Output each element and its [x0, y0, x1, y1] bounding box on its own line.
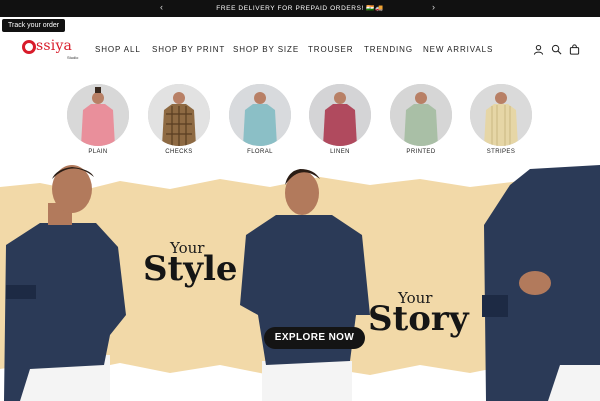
- category-plain[interactable]: PLAIN: [67, 84, 129, 155]
- category-plain-label: PLAIN: [88, 149, 108, 155]
- category-linen-image: [309, 84, 371, 146]
- category-stripes-image: [470, 84, 532, 146]
- hero-background: [0, 165, 600, 401]
- track-order-button[interactable]: Track your order: [2, 19, 66, 32]
- announcement-bar: ‹ FREE DELIVERY FOR PREPAID ORDERS! 🇮🇳🚚 …: [0, 0, 600, 17]
- nav-new-arrivals[interactable]: NEW ARRIVALS: [423, 45, 493, 54]
- category-checks-label: CHECKS: [165, 149, 193, 155]
- logo-subtitle: Studio: [67, 55, 79, 60]
- category-floral-label: FLORAL: [247, 149, 273, 155]
- category-linen[interactable]: LINEN: [309, 84, 371, 155]
- category-printed[interactable]: PRINTED: [390, 84, 452, 155]
- category-linen-label: LINEN: [330, 149, 350, 155]
- nav-trouser[interactable]: TROUSER: [308, 45, 353, 54]
- category-printed-image: [390, 84, 452, 146]
- bag-icon[interactable]: [569, 44, 580, 55]
- nav-shop-by-size[interactable]: SHOP BY SIZE: [233, 45, 299, 54]
- category-floral-image: [229, 84, 291, 146]
- explore-now-button[interactable]: EXPLORE NOW: [264, 327, 365, 349]
- brand-logo[interactable]: ssiya Studio: [22, 38, 82, 62]
- category-checks[interactable]: CHECKS: [148, 84, 210, 155]
- hero-story: Story: [368, 299, 469, 339]
- nav-shop-all[interactable]: SHOP ALL: [95, 45, 141, 54]
- category-stripes-label: STRIPES: [486, 149, 516, 155]
- hero-style: Style: [143, 249, 238, 289]
- user-icon[interactable]: [533, 44, 544, 55]
- nav-shop-by-print[interactable]: SHOP BY PRINT: [152, 45, 225, 54]
- category-plain-image: [67, 84, 129, 146]
- announcement-next-arrow[interactable]: ›: [432, 2, 435, 12]
- category-stripes[interactable]: STRIPES: [470, 84, 532, 155]
- search-icon[interactable]: [551, 44, 562, 55]
- category-floral[interactable]: FLORAL: [229, 84, 291, 155]
- nav-trending[interactable]: TRENDING: [364, 45, 413, 54]
- announcement-text: FREE DELIVERY FOR PREPAID ORDERS! 🇮🇳🚚: [216, 5, 384, 12]
- logo-wordmark: ssiya: [36, 38, 73, 54]
- category-checks-image: [148, 84, 210, 146]
- hero-banner[interactable]: Your Style Your Story EXPLORE NOW: [0, 165, 600, 401]
- category-printed-label: PRINTED: [406, 149, 436, 155]
- logo-o-mark: [22, 40, 36, 54]
